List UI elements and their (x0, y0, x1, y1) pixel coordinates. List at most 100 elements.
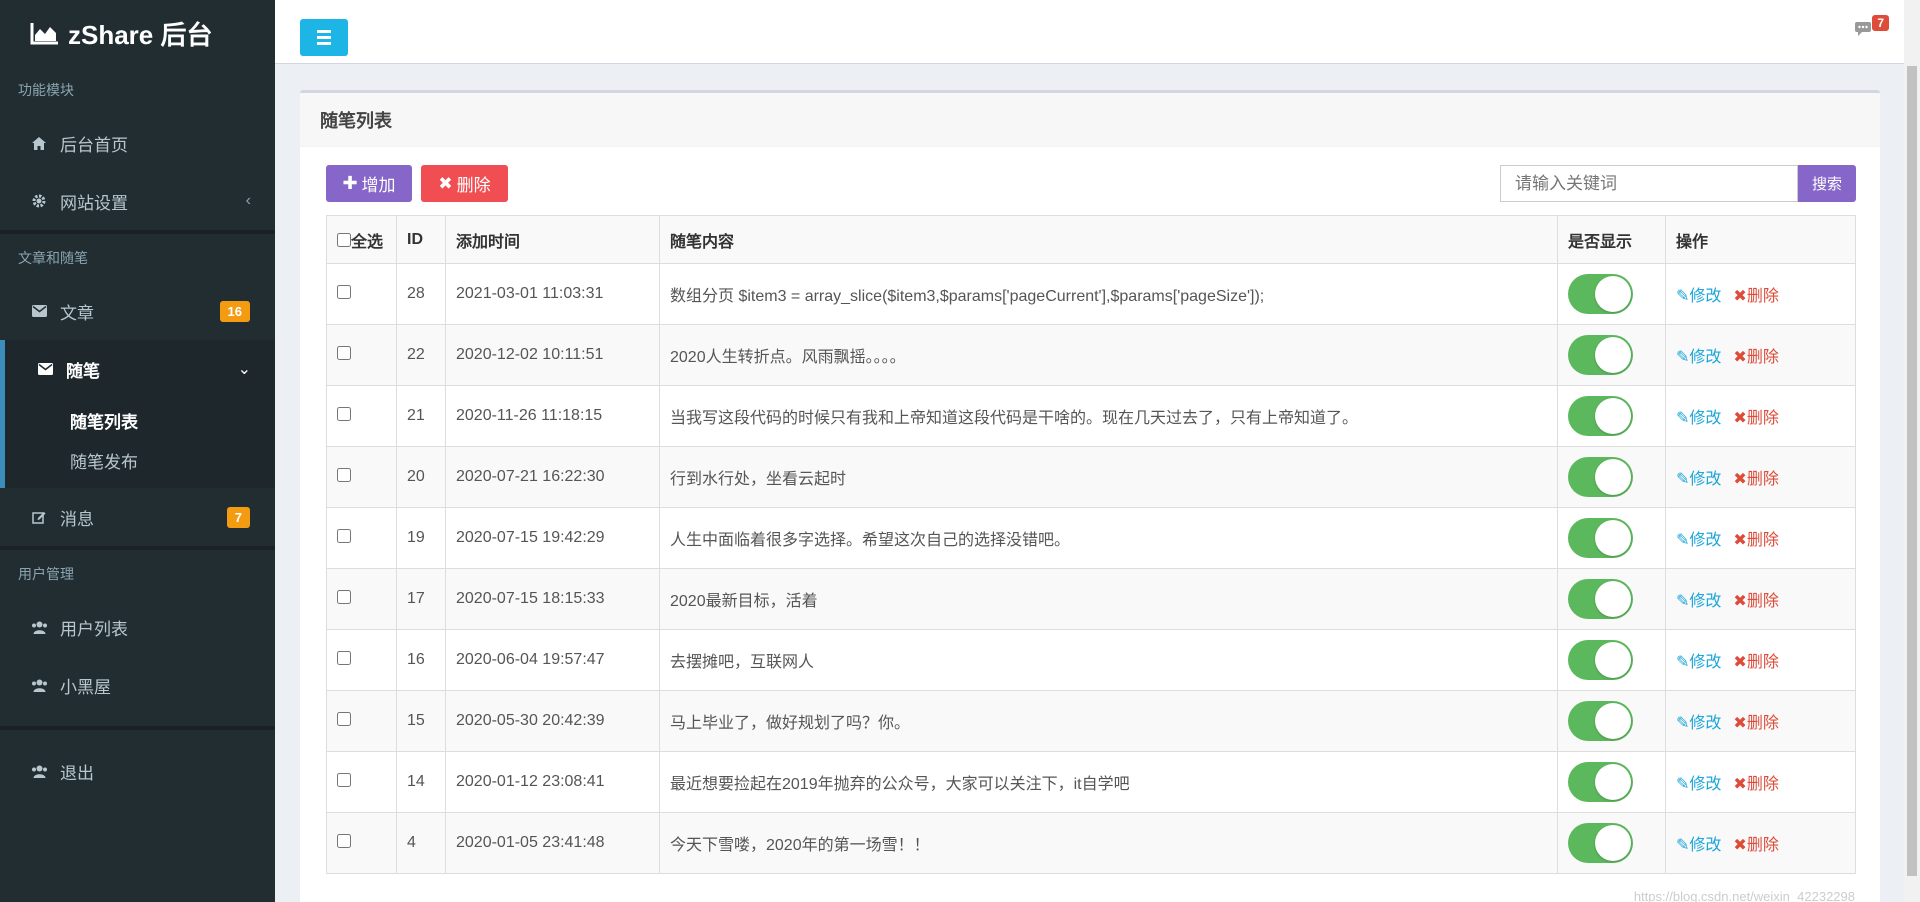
table-row: 28 2021-03-01 11:03:31 数组分页 $item3 = array… (326, 263, 1856, 325)
row-id: 20 (396, 446, 446, 508)
edit-link[interactable]: ✎修改 (1676, 349, 1721, 366)
home-icon (30, 135, 48, 151)
row-actions: ✎修改 ✖删除 (1665, 812, 1856, 874)
sidebar-item-messages[interactable]: 消息 7 (0, 488, 275, 546)
app-logo[interactable]: zShare 后台 (0, 0, 275, 66)
row-checkbox[interactable] (337, 406, 351, 421)
delete-link[interactable]: ✖删除 (1733, 776, 1778, 793)
edit-link[interactable]: ✎修改 (1676, 654, 1721, 671)
select-all-checkbox[interactable] (337, 232, 351, 247)
close-icon: ✖ (1733, 471, 1747, 488)
select-all-header: 全选 (326, 215, 397, 264)
sidebar-item-articles[interactable]: 文章 16 (0, 282, 275, 340)
close-icon: ✖ (1733, 288, 1747, 305)
select-all-label: 全选 (351, 233, 384, 251)
delete-link[interactable]: ✖删除 (1733, 410, 1778, 427)
notes-table: 全选 ID 添加时间 随笔内容 是否显示 操作 28 2021-03-01 11:… (326, 215, 1856, 874)
row-select-cell (326, 812, 397, 874)
visibility-toggle[interactable] (1568, 518, 1633, 558)
visibility-toggle[interactable] (1568, 640, 1633, 680)
users-icon (30, 677, 48, 693)
row-visible-cell (1557, 385, 1666, 447)
visibility-toggle[interactable] (1568, 274, 1633, 314)
row-time: 2021-03-01 11:03:31 (445, 263, 660, 325)
close-icon: ✖ (1733, 776, 1747, 793)
table-row: 17 2020-07-15 18:15:33 2020最新目标，活着 ✎修改 ✖删除 (326, 568, 1856, 630)
bulk-delete-button[interactable]: ✖ 删除 (421, 165, 508, 202)
row-checkbox[interactable] (337, 589, 351, 604)
row-content: 行到水行处，坐看云起时 (659, 446, 1558, 508)
edit-link[interactable]: ✎修改 (1676, 776, 1721, 793)
toggle-knob (1595, 520, 1631, 556)
delete-link[interactable]: ✖删除 (1733, 654, 1778, 671)
delete-link[interactable]: ✖删除 (1733, 349, 1778, 366)
watermark: https://blog.csdn.net/weixin_42232298 (1633, 889, 1855, 902)
table-row: 14 2020-01-12 23:08:41 最近想要捡起在2019年抛弃的公众号，… (326, 751, 1856, 813)
row-content: 马上毕业了，做好规划了吗？你。 (659, 690, 1558, 752)
delete-link[interactable]: ✖删除 (1733, 471, 1778, 488)
delete-link[interactable]: ✖删除 (1733, 288, 1778, 305)
search-button[interactable]: 搜索 (1798, 165, 1856, 202)
messages-count-badge: 7 (226, 506, 250, 528)
sidebar-item-label: 网站设置 (60, 193, 128, 213)
visibility-toggle[interactable] (1568, 762, 1633, 802)
row-select-cell (326, 629, 397, 691)
delete-link[interactable]: ✖删除 (1733, 532, 1778, 549)
toggle-knob (1595, 825, 1631, 861)
row-checkbox[interactable] (337, 772, 351, 787)
edit-label: 修改 (1689, 532, 1722, 549)
edit-link[interactable]: ✎修改 (1676, 471, 1721, 488)
row-actions: ✎修改 ✖删除 (1665, 629, 1856, 691)
edit-link[interactable]: ✎修改 (1676, 288, 1721, 305)
envelope-icon (30, 303, 48, 319)
row-time: 2020-07-15 19:42:29 (445, 507, 660, 569)
visibility-toggle[interactable] (1568, 396, 1633, 436)
visibility-toggle[interactable] (1568, 579, 1633, 619)
sidebar-item-home[interactable]: 后台首页 (0, 114, 275, 172)
row-actions: ✎修改 ✖删除 (1665, 263, 1856, 325)
sidebar-subitem-notes-list[interactable]: 随笔列表 (5, 400, 275, 440)
delete-link[interactable]: ✖删除 (1733, 837, 1778, 854)
edit-link[interactable]: ✎修改 (1676, 593, 1721, 610)
search-input[interactable] (1500, 165, 1798, 202)
sidebar-item-blackroom[interactable]: 小黑屋 (0, 656, 275, 714)
delete-link[interactable]: ✖删除 (1733, 593, 1778, 610)
sidebar-item-notes[interactable]: 随笔 ⌄ (0, 340, 275, 398)
row-checkbox[interactable] (337, 650, 351, 665)
row-time: 2020-07-21 16:22:30 (445, 446, 660, 508)
edit-icon: ✎ (1676, 532, 1690, 549)
row-time: 2020-01-05 23:41:48 (445, 812, 660, 874)
close-icon: ✖ (1733, 349, 1747, 366)
row-checkbox[interactable] (337, 528, 351, 543)
delete-button-label: 删除 (456, 176, 491, 195)
sidebar-item-settings[interactable]: 网站设置 ‹ (0, 172, 275, 230)
delete-label: 删除 (1746, 837, 1779, 854)
sidebar-item-users[interactable]: 用户列表 (0, 598, 275, 656)
visibility-toggle[interactable] (1568, 335, 1633, 375)
row-checkbox[interactable] (337, 467, 351, 482)
visibility-toggle[interactable] (1568, 823, 1633, 863)
sidebar-item-logout[interactable]: 退出 (0, 742, 275, 800)
delete-link[interactable]: ✖删除 (1733, 715, 1778, 732)
edit-link[interactable]: ✎修改 (1676, 715, 1721, 732)
row-visible-cell (1557, 751, 1666, 813)
row-checkbox[interactable] (337, 345, 351, 360)
delete-label: 删除 (1746, 715, 1779, 732)
visibility-toggle[interactable] (1568, 701, 1633, 741)
table-row: 21 2020-11-26 11:18:15 当我写这段代码的时候只有我和上帝知道这… (326, 385, 1856, 447)
page-scrollbar[interactable] (1904, 0, 1920, 902)
edit-link[interactable]: ✎修改 (1676, 410, 1721, 427)
add-button[interactable]: ✚ 增加 (326, 165, 412, 202)
row-actions: ✎修改 ✖删除 (1665, 507, 1856, 569)
row-checkbox[interactable] (337, 284, 351, 299)
row-checkbox[interactable] (337, 833, 351, 848)
edit-link[interactable]: ✎修改 (1676, 532, 1721, 549)
visibility-toggle[interactable] (1568, 457, 1633, 497)
sidebar-subitem-notes-publish[interactable]: 随笔发布 (5, 440, 275, 480)
sidebar-item-label: 随笔 (66, 361, 100, 381)
scrollbar-thumb[interactable] (1907, 66, 1917, 876)
row-checkbox[interactable] (337, 711, 351, 726)
sidebar-toggle-button[interactable] (300, 19, 348, 56)
section-header-modules: 功能模块 (0, 66, 275, 114)
edit-link[interactable]: ✎修改 (1676, 837, 1721, 854)
